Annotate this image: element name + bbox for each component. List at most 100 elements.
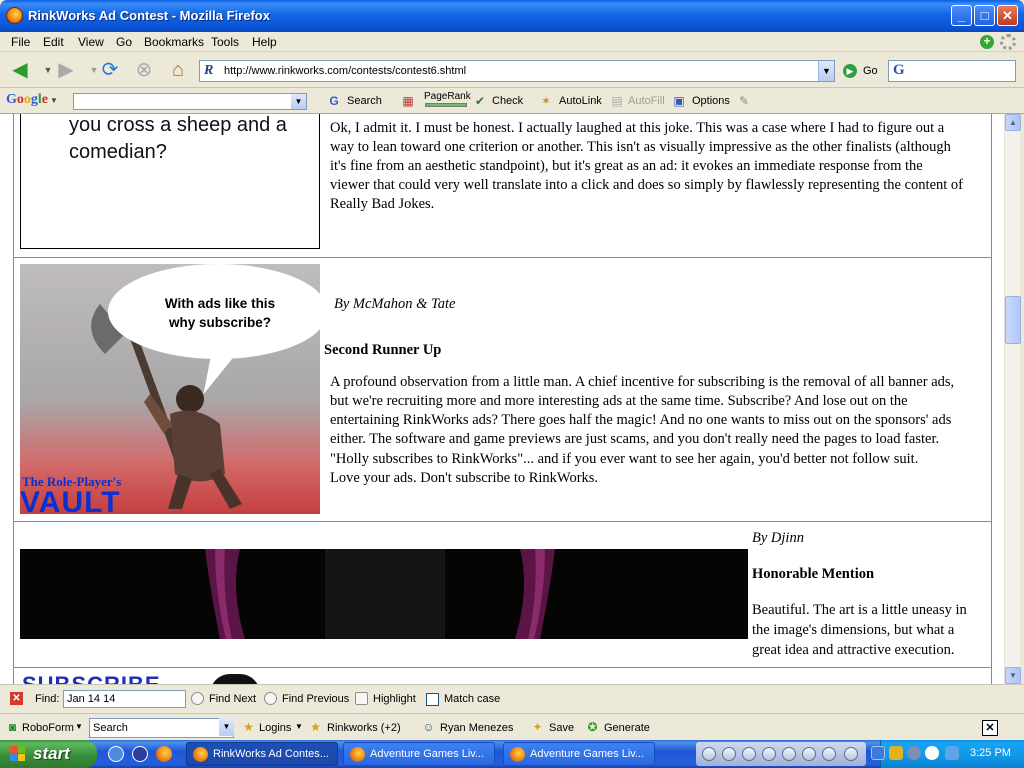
table-border-right <box>991 114 992 684</box>
autolink-button[interactable]: AutoLink <box>559 95 602 107</box>
highlight-icon[interactable] <box>355 692 368 705</box>
scroll-up-icon[interactable]: ▲ <box>1005 114 1021 131</box>
curtain-left-image <box>205 549 245 639</box>
tray-volume-icon[interactable] <box>907 746 921 760</box>
window-titlebar[interactable]: RinkWorks Ad Contest - Mozilla Firefox _… <box>0 0 1024 32</box>
go-button[interactable]: ▶ Go <box>843 63 878 78</box>
close-roboform-icon[interactable]: ✕ <box>982 720 998 736</box>
rinkworks-passcard-button[interactable]: Rinkworks (+2) <box>327 722 401 734</box>
menu-view[interactable]: View <box>78 35 104 49</box>
google-search-input[interactable]: ▼ <box>73 93 307 110</box>
firefox-quicklaunch-icon[interactable] <box>156 746 172 762</box>
news-icon[interactable]: ▦ <box>400 93 416 109</box>
identity-button[interactable]: Ryan Menezes <box>440 722 513 734</box>
media-player-minibar[interactable] <box>696 742 866 766</box>
generate-button[interactable]: Generate <box>604 722 650 734</box>
ie-quicklaunch-icon[interactable] <box>108 746 124 762</box>
google-search-button[interactable]: Search <box>347 95 382 107</box>
start-button[interactable]: start <box>0 740 97 768</box>
media-menu-icon[interactable] <box>844 747 858 761</box>
roboform-dropdown-icon[interactable]: ▼ <box>75 722 83 731</box>
tray-app-icon[interactable] <box>889 746 903 760</box>
media-volume-icon[interactable] <box>822 747 836 761</box>
ad-banner-curtain[interactable] <box>20 549 748 639</box>
close-button[interactable]: ✕ <box>997 5 1018 26</box>
url-bar[interactable]: R http://www.rinkworks.com/contests/cont… <box>199 60 835 82</box>
menu-bookmarks[interactable]: Bookmarks <box>144 35 204 49</box>
media-rewind-icon[interactable] <box>782 747 796 761</box>
pagerank-label: PageRank <box>424 91 471 102</box>
menu-edit[interactable]: Edit <box>43 35 64 49</box>
autofill-button[interactable]: AutoFill <box>628 95 665 107</box>
find-previous-icon[interactable] <box>264 692 277 705</box>
taskbar-item-adventure-games-2[interactable]: Adventure Games Liv... <box>503 742 655 766</box>
taskbar-item-adventure-games-1[interactable]: Adventure Games Liv... <box>343 742 495 766</box>
media-forward-icon[interactable] <box>802 747 816 761</box>
stop-icon[interactable]: ⊗ <box>132 58 156 82</box>
match-case-label[interactable]: Match case <box>444 693 500 705</box>
url-text[interactable]: http://www.rinkworks.com/contests/contes… <box>224 65 466 77</box>
tray-expand-icon[interactable] <box>871 746 885 760</box>
menu-file[interactable]: File <box>11 35 30 49</box>
check-button[interactable]: Check <box>492 95 523 107</box>
media-prev-icon[interactable] <box>722 747 736 761</box>
media-stop-icon[interactable] <box>762 747 776 761</box>
menu-help[interactable]: Help <box>252 35 277 49</box>
find-input[interactable]: Jan 14 14 <box>63 690 186 708</box>
taskbar-item-rinkworks[interactable]: RinkWorks Ad Contes... <box>186 742 338 766</box>
media-pause-icon[interactable] <box>742 747 756 761</box>
forward-icon[interactable]: ▶ <box>54 58 78 82</box>
find-next-icon[interactable] <box>191 692 204 705</box>
firefox-icon <box>510 747 525 762</box>
find-previous-button[interactable]: Find Previous <box>282 693 349 705</box>
ad-banner-jokes[interactable]: you cross a sheep and a comedian? <box>20 114 320 249</box>
logins-dropdown-icon[interactable]: ▼ <box>295 722 303 731</box>
search-box[interactable]: G <box>888 60 1016 82</box>
close-find-icon[interactable]: ✕ <box>10 692 23 705</box>
task-label: RinkWorks Ad Contes... <box>213 748 329 760</box>
review-line: it's fine from an aesthetic standpoint),… <box>330 158 923 174</box>
reload-icon[interactable]: ⟳ <box>98 58 122 82</box>
brand-logo: VAULT <box>20 486 121 514</box>
ad-banner-role-players-vault[interactable]: With ads like this why subscribe? The Ro… <box>20 264 320 514</box>
bubble-line: why subscribe? <box>168 315 272 330</box>
options-button[interactable]: Options <box>692 95 730 107</box>
ad-banner-subscribe[interactable]: SUBSCRIBE <box>22 672 161 684</box>
search-engine-icon[interactable]: G <box>893 62 905 79</box>
menu-bar: File Edit View Go Bookmarks Tools Help + <box>0 32 1024 52</box>
google-toolbar: Google ▼ ▼ G Search ▦ PageRank ✔ Check ✶… <box>0 88 1024 114</box>
throbber-icon <box>1000 34 1016 50</box>
back-icon[interactable]: ◀ <box>8 58 32 82</box>
extension-add-icon[interactable]: + <box>980 35 994 49</box>
tray-network-icon[interactable] <box>945 746 959 760</box>
table-border-left <box>13 114 14 684</box>
minimize-button[interactable]: _ <box>951 5 972 26</box>
highlight-button[interactable]: Highlight <box>373 693 416 705</box>
menu-go[interactable]: Go <box>116 35 132 49</box>
logins-button[interactable]: Logins <box>259 722 291 734</box>
maximize-button[interactable]: □ <box>974 5 995 26</box>
roboform-search-input[interactable]: Search <box>89 718 234 738</box>
home-icon[interactable]: ⌂ <box>166 58 190 82</box>
scroll-thumb[interactable] <box>1005 296 1021 344</box>
pencil-icon[interactable]: ✎ <box>736 93 752 109</box>
roboform-search-dropdown-icon[interactable]: ▼ <box>219 718 234 736</box>
vertical-scrollbar[interactable]: ▲ ▼ <box>1004 114 1021 684</box>
entry-author: By McMahon & Tate <box>334 296 456 312</box>
google-search-dropdown-icon[interactable]: ▼ <box>291 94 306 109</box>
url-dropdown-icon[interactable]: ▼ <box>818 61 834 81</box>
menu-tools[interactable]: Tools <box>211 35 239 49</box>
roboform-icon[interactable]: ◙ <box>5 720 20 735</box>
google-logo[interactable]: Google ▼ <box>6 92 58 108</box>
firefox-icon <box>193 747 208 762</box>
clock[interactable]: 3:25 PM <box>970 747 1011 759</box>
find-next-button[interactable]: Find Next <box>209 693 256 705</box>
tray-messenger-icon[interactable] <box>925 746 939 760</box>
match-case-checkbox[interactable] <box>426 693 439 706</box>
media-quicklaunch-icon[interactable] <box>132 746 148 762</box>
roboform-menu[interactable]: RoboForm <box>22 722 74 734</box>
ad-text-line: comedian? <box>69 141 167 163</box>
windows-logo-icon <box>10 746 26 762</box>
save-button[interactable]: Save <box>549 722 574 734</box>
scroll-down-icon[interactable]: ▼ <box>1005 667 1021 684</box>
